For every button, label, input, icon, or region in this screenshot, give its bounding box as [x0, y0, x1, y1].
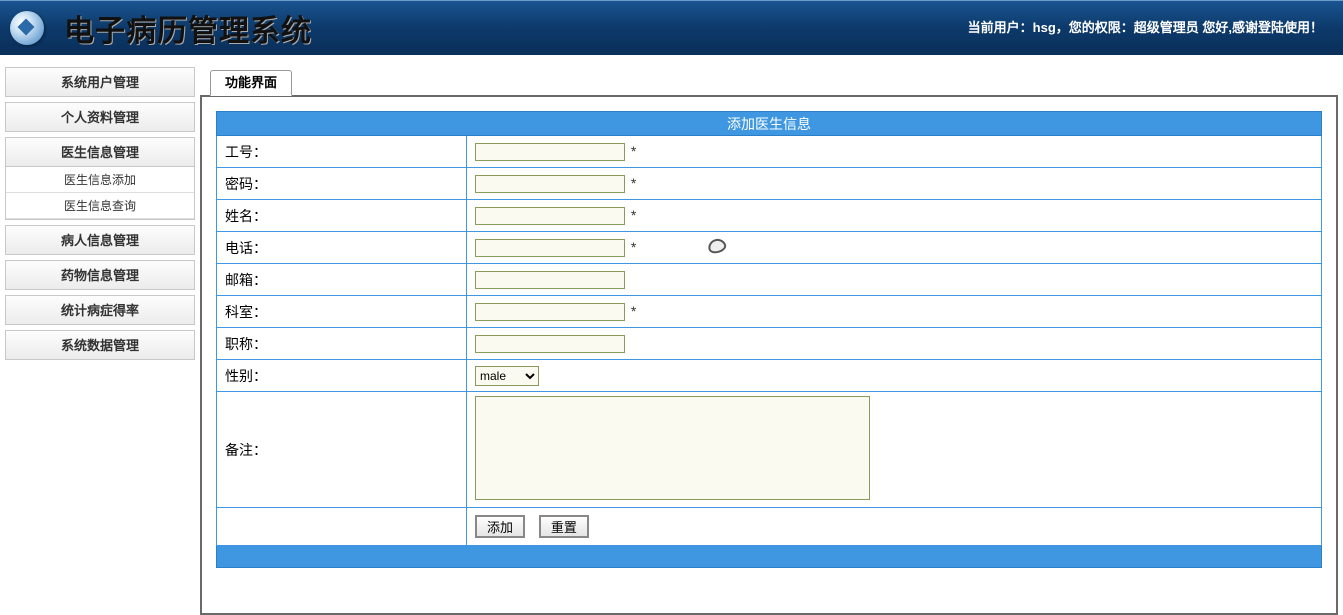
input-name[interactable]	[475, 207, 625, 225]
textarea-note[interactable]	[475, 396, 870, 500]
sidebar-item-doctor-info[interactable]: 医生信息管理	[5, 137, 195, 167]
tab-function-ui[interactable]: 功能界面	[210, 70, 292, 96]
app-header: 电子病历管理系统 当前用户：hsg，您的权限：超级管理员 您好,感谢登陆使用！	[0, 0, 1343, 55]
sidebar-item-patient-info[interactable]: 病人信息管理	[5, 225, 195, 255]
required-marker: *	[631, 303, 636, 319]
label-note: 备注：	[217, 392, 467, 508]
sidebar-item-profile[interactable]: 个人资料管理	[5, 102, 195, 132]
label-staff-id: 工号：	[217, 136, 467, 168]
user-info-text: 当前用户：hsg，您的权限：超级管理员 您好,感谢登陆使用！	[968, 17, 1323, 36]
content-area: 功能界面 添加医生信息 工号： * 密码： *	[200, 67, 1343, 615]
label-phone: 电话：	[217, 232, 467, 264]
sidebar-sub-doctor-add[interactable]: 医生信息添加	[6, 167, 194, 193]
label-title: 职称：	[217, 328, 467, 360]
label-department: 科室：	[217, 296, 467, 328]
form-footer-bar	[217, 546, 1322, 568]
input-title[interactable]	[475, 335, 625, 353]
required-marker: *	[631, 207, 636, 223]
empty-cell	[217, 508, 467, 546]
sidebar-item-system-data[interactable]: 系统数据管理	[5, 330, 195, 360]
reset-button[interactable]: 重置	[539, 515, 589, 538]
doctor-form-table: 添加医生信息 工号： * 密码： * 姓名：	[216, 111, 1322, 568]
form-title: 添加医生信息	[217, 112, 1322, 136]
label-password: 密码：	[217, 168, 467, 200]
required-marker: *	[631, 239, 636, 255]
label-email: 邮箱：	[217, 264, 467, 296]
input-staff-id[interactable]	[475, 143, 625, 161]
sidebar-sub-doctor-query[interactable]: 医生信息查询	[6, 193, 194, 219]
sidebar-item-stats[interactable]: 统计病症得率	[5, 295, 195, 325]
submit-button[interactable]: 添加	[475, 515, 525, 538]
required-marker: *	[631, 175, 636, 191]
app-title: 电子病历管理系统	[64, 6, 312, 50]
sidebar-item-drug-info[interactable]: 药物信息管理	[5, 260, 195, 290]
input-password[interactable]	[475, 175, 625, 193]
select-gender[interactable]: male	[475, 366, 539, 386]
input-phone[interactable]	[475, 239, 625, 257]
logo-icon	[10, 11, 44, 45]
form-panel: 添加医生信息 工号： * 密码： * 姓名：	[200, 95, 1338, 615]
input-department[interactable]	[475, 303, 625, 321]
input-email[interactable]	[475, 271, 625, 289]
sidebar: 系统用户管理 个人资料管理 医生信息管理 医生信息添加 医生信息查询 病人信息管…	[5, 67, 195, 365]
label-name: 姓名：	[217, 200, 467, 232]
sidebar-item-system-users[interactable]: 系统用户管理	[5, 67, 195, 97]
label-gender: 性别：	[217, 360, 467, 392]
required-marker: *	[631, 143, 636, 159]
